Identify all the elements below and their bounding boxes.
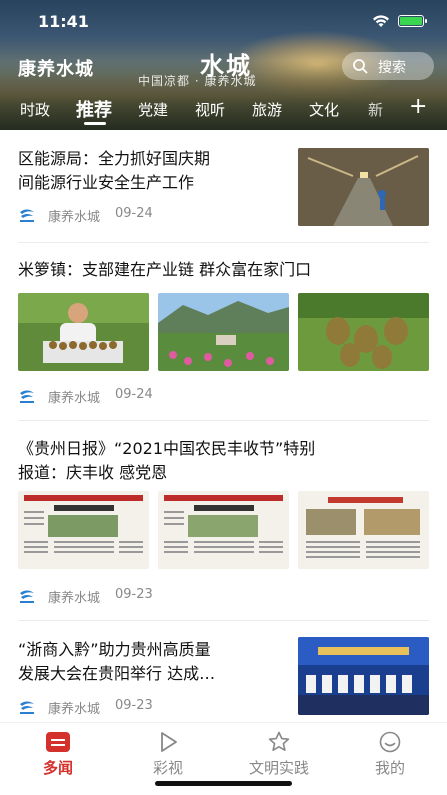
list-item[interactable]: 区能源局：全力抓好国庆期 间能源行业安全生产工作 康养水城 09-24 <box>0 130 447 235</box>
add-channel-icon[interactable]: + <box>409 96 427 118</box>
publish-date: 09-24 <box>115 206 153 221</box>
tab-tuijian[interactable]: 推荐 <box>76 96 112 122</box>
newspaper-page-image <box>158 491 289 569</box>
publish-date: 09-24 <box>115 387 153 402</box>
status-time: 11:41 <box>38 12 89 31</box>
source-name: 康养水城 <box>48 210 101 225</box>
status-bar: 11:41 <box>0 0 447 44</box>
banner-subtitle: 中国凉都 · 康养水城 <box>138 74 257 88</box>
tab-wenhua[interactable]: 文化 <box>309 99 339 120</box>
source-name: 康养水城 <box>48 591 101 606</box>
article-title: 《贵州日报》“2021中国农民丰收节”特别 报道：庆丰收 感党恩 <box>18 439 316 482</box>
tab-dangjian[interactable]: 党建 <box>138 99 168 120</box>
search-placeholder: 搜索 <box>378 60 406 76</box>
wifi-icon <box>373 15 389 27</box>
app-title: 康养水城 <box>18 59 94 80</box>
kiwi-fruit-image <box>298 293 429 371</box>
article-title: “浙商入黔”助力贵州高质量 发展大会在贵阳举行 达成… <box>18 640 216 683</box>
publish-date: 09-23 <box>115 698 153 713</box>
star-icon <box>268 731 290 751</box>
list-item[interactable]: 米箩镇：支部建在产业链 群众富在家门口 康养水城 09-24 <box>0 243 447 418</box>
search-input[interactable]: 搜索 <box>342 52 434 80</box>
news-feed[interactable]: 区能源局：全力抓好国庆期 间能源行业安全生产工作 康养水城 09-24 米箩镇：… <box>0 130 447 720</box>
tab-shizheng[interactable]: 时政 <box>20 99 50 120</box>
mine-tunnel-image <box>298 148 429 226</box>
smile-icon <box>379 731 401 753</box>
tab-xin[interactable]: 新 <box>368 99 383 120</box>
tab-lvyou[interactable]: 旅游 <box>252 99 282 120</box>
flower-garden-image <box>158 293 289 371</box>
article-title: 区能源局：全力抓好国庆期 间能源行业安全生产工作 <box>18 149 211 192</box>
list-item[interactable]: 《贵州日报》“2021中国农民丰收节”特别 报道：庆丰收 感党恩 康养水城 09… <box>0 421 447 616</box>
source-logo-icon <box>20 701 34 714</box>
news-icon <box>46 732 70 752</box>
channel-tabs: 时政 推荐 党建 视听 旅游 文化 新 + <box>0 95 447 125</box>
tab-shiting[interactable]: 视听 <box>195 99 225 120</box>
play-icon <box>161 732 177 752</box>
home-indicator[interactable] <box>155 781 292 786</box>
nav-wode[interactable]: 我的 <box>370 731 410 778</box>
source-name: 康养水城 <box>48 391 101 406</box>
battery-icon <box>398 15 427 27</box>
active-tab-indicator <box>84 122 106 125</box>
conference-stage-image <box>298 637 429 715</box>
list-item[interactable]: “浙商入黔”助力贵州高质量 发展大会在贵阳举行 达成… 康养水城 09-23 <box>0 621 447 720</box>
farmer-kiwi-image <box>18 293 149 371</box>
source-logo-icon <box>20 209 34 222</box>
source-logo-icon <box>20 390 34 403</box>
publish-date: 09-23 <box>115 587 153 602</box>
source-name: 康养水城 <box>48 702 101 717</box>
article-title: 米箩镇：支部建在产业链 群众富在家门口 <box>18 260 312 279</box>
source-logo-icon <box>20 590 34 603</box>
header-banner: 11:41 康养水城 水城 中国凉都 · 康养水城 搜索 时政 推荐 党建 视听… <box>0 0 447 130</box>
nav-caishi[interactable]: 彩视 <box>148 731 188 778</box>
nav-duowen[interactable]: 多闻 <box>38 731 78 778</box>
newspaper-page-image <box>18 491 149 569</box>
nav-wenming-shijian[interactable]: 文明实践 <box>241 731 317 778</box>
newspaper-page-image <box>298 491 429 569</box>
search-icon <box>353 59 368 74</box>
